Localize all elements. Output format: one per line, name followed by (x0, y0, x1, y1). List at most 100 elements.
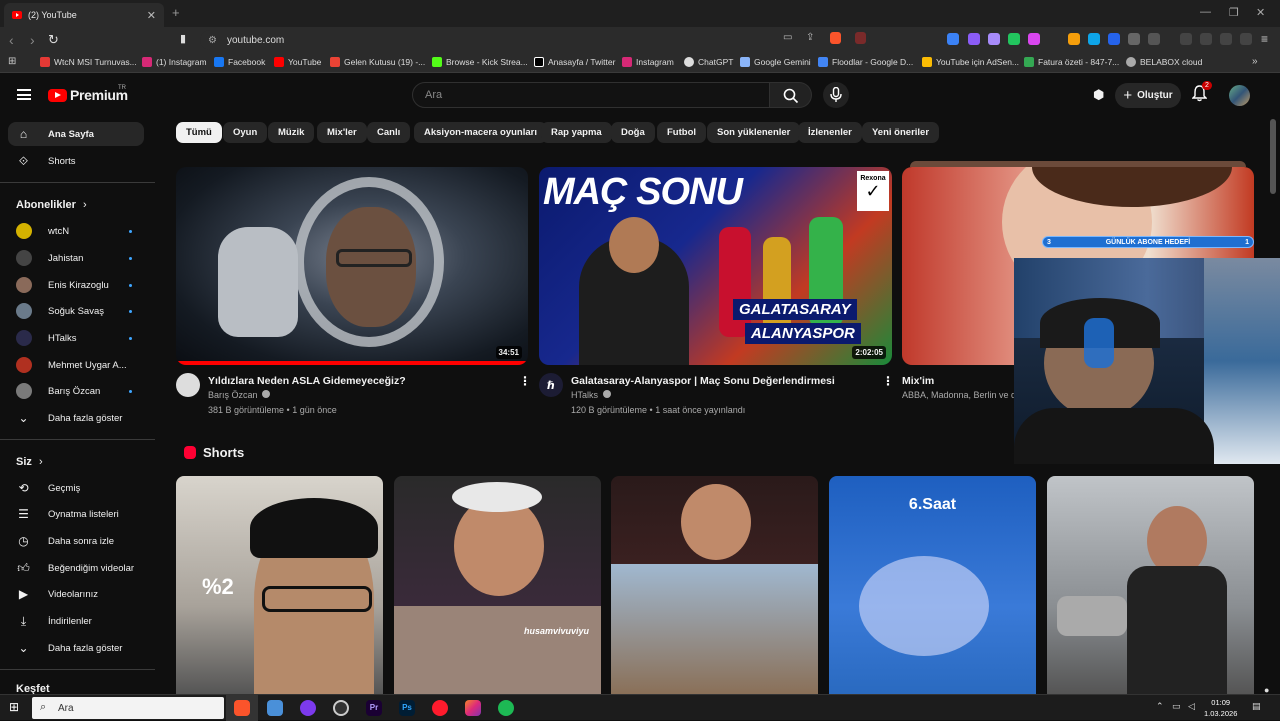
sidebar-item-subscription[interactable]: wtcN (8, 219, 144, 243)
channel-name[interactable]: Barış Özcan (208, 390, 271, 400)
sidebar-item-subscription[interactable]: Soğuk Savaş (8, 299, 144, 323)
short-card[interactable] (611, 476, 818, 694)
chip[interactable]: Aksiyon-macera oyunları (414, 122, 547, 143)
sidebar-item-liked[interactable]: 👍︎ Beğendiğim videolar (8, 556, 144, 580)
sidebar-item-subscription[interactable]: HTalks (8, 326, 144, 350)
bookmark-item[interactable]: Facebook (214, 57, 265, 67)
avatar[interactable] (1229, 85, 1250, 106)
voice-search-button[interactable] (823, 82, 849, 108)
video-title[interactable]: Yıldızlara Neden ASLA Gidemeyeceğiz? (208, 375, 406, 387)
bookmark-item[interactable]: WtcN MSI Turnuvas... (40, 57, 137, 67)
more-options-icon[interactable]: ⋮ (519, 374, 531, 388)
extension-icon[interactable] (1088, 33, 1100, 45)
cast-icon[interactable]: ▭ (783, 32, 792, 43)
spotify-icon[interactable] (498, 700, 514, 716)
short-card[interactable]: %2 (176, 476, 383, 694)
subscriptions-heading[interactable]: Abonelikler › (16, 199, 87, 211)
video-title[interactable]: Mix'im (902, 375, 934, 387)
window-close-icon[interactable]: ✕ (1256, 6, 1265, 19)
sidebar-item-shorts[interactable]: ⟐ Shorts (8, 149, 144, 173)
search-input[interactable]: Ara (412, 82, 770, 108)
show-more-you[interactable]: ⌄ Daha fazla göster (8, 636, 144, 660)
extension-icon[interactable] (1148, 33, 1160, 45)
chip[interactable]: Futbol (657, 122, 707, 143)
chip-all[interactable]: Tümü (176, 122, 222, 143)
extension-icon[interactable] (1028, 33, 1040, 45)
wallet-icon[interactable] (1200, 33, 1212, 45)
video-thumbnail[interactable]: 34:51 (176, 167, 528, 365)
extension-icon[interactable] (968, 33, 980, 45)
network-icon[interactable]: ▭ (1172, 701, 1181, 712)
back-icon[interactable]: ‹ (9, 32, 14, 48)
windows-start-icon[interactable]: ⊞ (9, 700, 19, 714)
bookmark-item[interactable]: ChatGPT (684, 57, 733, 67)
opera-icon[interactable] (432, 700, 448, 716)
taskbar-search[interactable]: ⌕ Ara (32, 697, 224, 719)
bookmark-item[interactable]: Fatura özeti - 847-7... (1024, 57, 1119, 67)
sidebar-item-watch-later[interactable]: ◷ Daha sonra izle (8, 529, 144, 553)
short-card[interactable] (1047, 476, 1254, 694)
chip[interactable]: Mix'ler (317, 122, 367, 143)
extension-icon[interactable] (1068, 33, 1080, 45)
new-tab-icon[interactable]: + (172, 5, 180, 20)
restore-icon[interactable]: ❐ (1229, 6, 1239, 19)
chip[interactable]: Doğa (611, 122, 655, 143)
bookmark-icon[interactable]: ▮ (180, 32, 186, 45)
bookmark-item[interactable]: YouTube için AdSen... (922, 57, 1019, 67)
bookmark-item[interactable]: Instagram (622, 57, 674, 67)
show-more-subscriptions[interactable]: ⌄ Daha fazla göster (8, 406, 144, 430)
notifications-button[interactable]: 2 (1191, 81, 1212, 107)
sidebar-item-subscription[interactable]: Barış Özcan (8, 379, 144, 403)
chip[interactable]: İzlenenler (798, 122, 862, 143)
extension-icon[interactable] (988, 33, 1000, 45)
extension-icon[interactable] (1108, 33, 1120, 45)
shield-icon[interactable] (1240, 33, 1252, 45)
sidebar-item-subscription[interactable]: Jahistan (8, 246, 144, 270)
premiere-icon[interactable]: Pr (366, 700, 382, 716)
sidebar-item-history[interactable]: ⟲ Geçmiş (8, 476, 144, 500)
sidebar-item-downloads[interactable]: ⤓ İndirilenler (8, 609, 144, 633)
chip[interactable]: Son yüklenenler (707, 122, 801, 143)
short-card[interactable]: husamvivuviyu (394, 476, 601, 694)
bookmark-item[interactable]: Browse - Kick Strea... (432, 57, 528, 67)
vpn-icon[interactable] (1220, 33, 1232, 45)
hamburger-menu-icon[interactable] (17, 89, 31, 100)
sidebar-item-subscription[interactable]: Mehmet Uygar A... (8, 353, 144, 377)
notification-center-icon[interactable]: ▤ (1252, 701, 1261, 712)
page-scrollbar[interactable] (1270, 119, 1276, 194)
brave-shield-icon[interactable] (830, 32, 841, 44)
minimize-icon[interactable]: — (1200, 6, 1211, 18)
address-bar[interactable]: ⚙ youtube.com (200, 30, 870, 50)
share-icon[interactable]: ⇪ (806, 32, 814, 43)
chip[interactable]: Yeni öneriler (862, 122, 940, 143)
app-icon[interactable] (267, 700, 283, 716)
channel-avatar[interactable]: ℏ (539, 373, 563, 397)
create-button[interactable]: + Oluştur (1115, 83, 1181, 108)
channel-avatar[interactable] (176, 373, 200, 397)
apps-grid-icon[interactable]: ⊞ (8, 56, 16, 67)
discord-icon[interactable] (300, 700, 316, 716)
bookmark-item[interactable]: Anasayfa / Twitter (534, 57, 615, 67)
live-studio-icon[interactable]: ⬢ (1093, 87, 1104, 103)
brave-rewards-icon[interactable] (855, 32, 866, 44)
extension-icon[interactable] (947, 33, 959, 45)
short-card[interactable]: 6.Saat (829, 476, 1036, 694)
tab-close-icon[interactable]: ✕ (147, 9, 156, 22)
extension-icon[interactable] (1008, 33, 1020, 45)
chip[interactable]: Müzik (268, 122, 315, 143)
browser-tab[interactable]: (2) YouTube ✕ (4, 3, 164, 27)
channel-name[interactable]: HTalks (571, 390, 611, 400)
search-button[interactable] (770, 82, 812, 108)
obs-icon[interactable] (333, 700, 349, 716)
video-thumbnail[interactable]: MAÇ SONU Rexona ✓ GALATASARAY ALANYASPOR … (539, 167, 892, 365)
chip[interactable]: Oyun (223, 122, 268, 143)
chip[interactable]: Canlı (367, 122, 411, 143)
forward-icon[interactable]: › (30, 32, 35, 48)
sidebar-toggle-icon[interactable] (1180, 33, 1192, 45)
browser-menu-icon[interactable]: ≡ (1261, 32, 1268, 46)
sidebar-item-subscription[interactable]: Enis Kirazoglu (8, 273, 144, 297)
brave-icon[interactable] (234, 700, 250, 716)
chip[interactable]: Rap yapma (541, 122, 612, 143)
taskbar-clock[interactable]: 01:09 1.03.2026 (1204, 697, 1237, 719)
sidebar-item-home[interactable]: ⌂ Ana Sayfa (8, 122, 144, 146)
